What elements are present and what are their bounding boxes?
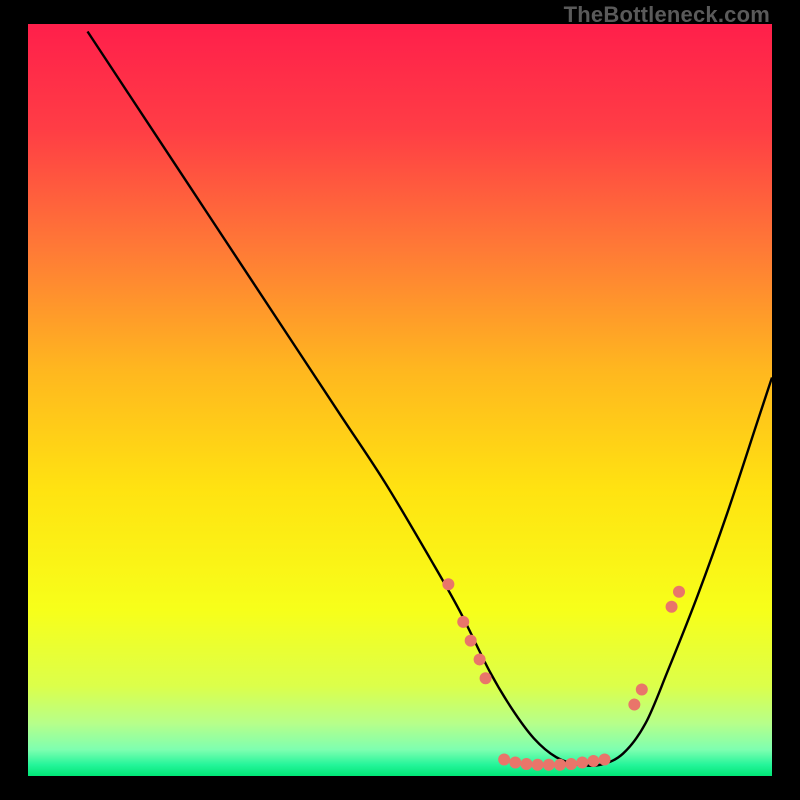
marker-point	[474, 653, 486, 665]
marker-point	[599, 753, 611, 765]
marker-point	[442, 578, 454, 590]
marker-point	[480, 672, 492, 684]
marker-point	[636, 684, 648, 696]
marker-point	[543, 759, 555, 771]
marker-point	[587, 755, 599, 767]
marker-point	[576, 756, 588, 768]
chart-frame	[28, 24, 772, 776]
marker-point	[554, 759, 566, 771]
marker-point	[532, 759, 544, 771]
marker-point	[520, 758, 532, 770]
marker-point	[666, 601, 678, 613]
marker-point	[465, 635, 477, 647]
marker-point	[457, 616, 469, 628]
marker-point	[628, 699, 640, 711]
chart-svg	[28, 24, 772, 776]
marker-point	[498, 753, 510, 765]
gradient-background	[28, 24, 772, 776]
marker-point	[673, 586, 685, 598]
marker-point	[509, 756, 521, 768]
marker-point	[565, 758, 577, 770]
